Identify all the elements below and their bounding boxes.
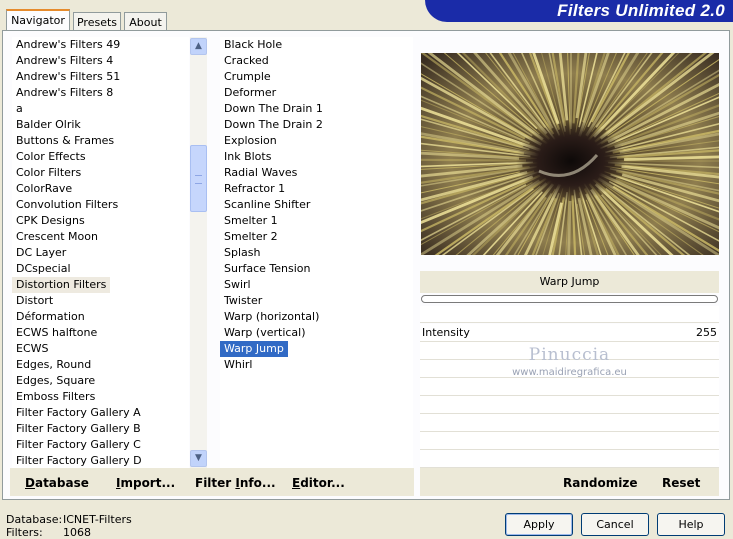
category-item[interactable]: DCspecial [12,261,189,277]
category-item[interactable]: Emboss Filters [12,389,189,405]
category-item[interactable]: Déformation [12,309,189,325]
import-button[interactable]: Import... [116,476,175,490]
help-button[interactable]: Help [657,513,725,536]
category-item[interactable]: Andrew's Filters 4 [12,53,189,69]
filter-item[interactable]: Black Hole [220,37,413,53]
category-item[interactable]: Balder Olrik [12,117,189,133]
category-item[interactable]: Convolution Filters [12,197,189,213]
filter-item[interactable]: Smelter 1 [220,213,413,229]
tab-navigator[interactable]: Navigator [6,9,70,31]
apply-button[interactable]: Apply [505,513,573,536]
filter-item[interactable]: Cracked [220,53,413,69]
warp-jump-preview [421,53,719,255]
category-item[interactable]: Crescent Moon [12,229,189,245]
category-item[interactable]: DC Layer [12,245,189,261]
parameter-row-empty [420,432,719,450]
parameter-row-empty [420,414,719,432]
category-item[interactable]: Filter Factory Gallery A [12,405,189,421]
list-button-bar: Database Import... Filter Info... Editor… [10,468,414,496]
filter-item[interactable]: Smelter 2 [220,229,413,245]
category-item[interactable]: Distort [12,293,189,309]
filter-item[interactable]: Refractor 1 [220,181,413,197]
filter-item[interactable]: Crumple [220,69,413,85]
database-value: ICNET-Filters [63,513,132,526]
filter-item[interactable]: Deformer [220,85,413,101]
parameter-row-empty [420,450,719,468]
filters-count-value: 1068 [63,526,91,539]
filter-item[interactable]: Radial Waves [220,165,413,181]
category-item[interactable]: Edges, Round [12,357,189,373]
filter-title: Warp Jump [420,271,719,293]
filter-item[interactable]: Explosion [220,133,413,149]
category-item[interactable]: ECWS halftone [12,325,189,341]
preview-ray [421,158,527,162]
category-item[interactable]: Color Filters [12,165,189,181]
database-label: Database: [6,513,63,526]
filter-item[interactable]: Ink Blots [220,149,413,165]
category-item[interactable]: Filter Factory Gallery B [12,421,189,437]
app-title: Filters Unlimited 2.0 [557,1,725,20]
parameter-row-empty [420,396,719,414]
watermark-name: Pinuccia [528,345,611,365]
filter-item[interactable]: Scanline Shifter [220,197,413,213]
watermark-url: www.maidiregrafica.eu [512,367,627,378]
tab-about[interactable]: About [124,12,167,31]
category-scrollbar[interactable]: ▲ ▼ [190,37,207,468]
filter-item[interactable]: Whirl [220,357,413,373]
filter-info-button[interactable]: Filter Info... [195,476,276,490]
filter-item[interactable]: Surface Tension [220,261,413,277]
filters-count-label: Filters: [6,526,43,539]
parameter-label: Intensity [422,326,470,339]
category-item[interactable]: ECWS [12,341,189,357]
filter-item[interactable]: Down The Drain 1 [220,101,413,117]
category-item[interactable]: Andrew's Filters 8 [12,85,189,101]
category-item[interactable]: Filter Factory Gallery D [12,453,189,468]
scroll-down-button[interactable]: ▼ [190,450,207,467]
title-banner: Filters Unlimited 2.0 [425,0,733,22]
category-list[interactable]: Andrew's Filters 49 Andrew's Filters 4 And… [12,37,189,468]
scroll-up-button[interactable]: ▲ [190,38,207,55]
parameter-button-bar: Randomize Reset [420,468,719,496]
category-item[interactable]: Buttons & Frames [12,133,189,149]
filter-item[interactable]: Warp (vertical) [220,325,413,341]
filter-item[interactable]: Warp Jump [220,341,288,357]
editor-button[interactable]: Editor... [292,476,345,490]
category-item[interactable]: Distortion Filters [12,277,111,293]
scroll-grip-icon [195,175,202,184]
parameter-row-empty [420,378,719,396]
category-item[interactable]: CPK Designs [12,213,189,229]
preview-image [421,53,719,255]
category-item[interactable]: a [12,101,189,117]
category-item[interactable]: Color Effects [12,149,189,165]
progress-bar [421,295,718,303]
category-item[interactable]: Edges, Square [12,373,189,389]
randomize-button[interactable]: Randomize [563,476,637,490]
category-item[interactable]: Filter Factory Gallery C [12,437,189,453]
parameter-value: 255 [696,326,717,339]
scroll-thumb[interactable] [190,145,207,212]
reset-button[interactable]: Reset [662,476,700,490]
filter-item[interactable]: Down The Drain 2 [220,117,413,133]
filter-list[interactable]: Black Hole Cracked Crumple Deformer Down The… [220,37,413,468]
parameter-row-spacer [420,306,719,323]
filter-item[interactable]: Warp (horizontal) [220,309,413,325]
database-button[interactable]: Database [25,476,89,490]
tab-presets[interactable]: Presets [73,12,121,31]
category-item[interactable]: Andrew's Filters 49 [12,37,189,53]
filter-item[interactable]: Twister [220,293,413,309]
filter-item[interactable]: Splash [220,245,413,261]
cancel-button[interactable]: Cancel [581,513,649,536]
parameter-row-intensity[interactable]: Intensity 255 [420,324,719,342]
category-item[interactable]: Andrew's Filters 51 [12,69,189,85]
filter-item[interactable]: Swirl [220,277,413,293]
category-item[interactable]: ColorRave [12,181,189,197]
